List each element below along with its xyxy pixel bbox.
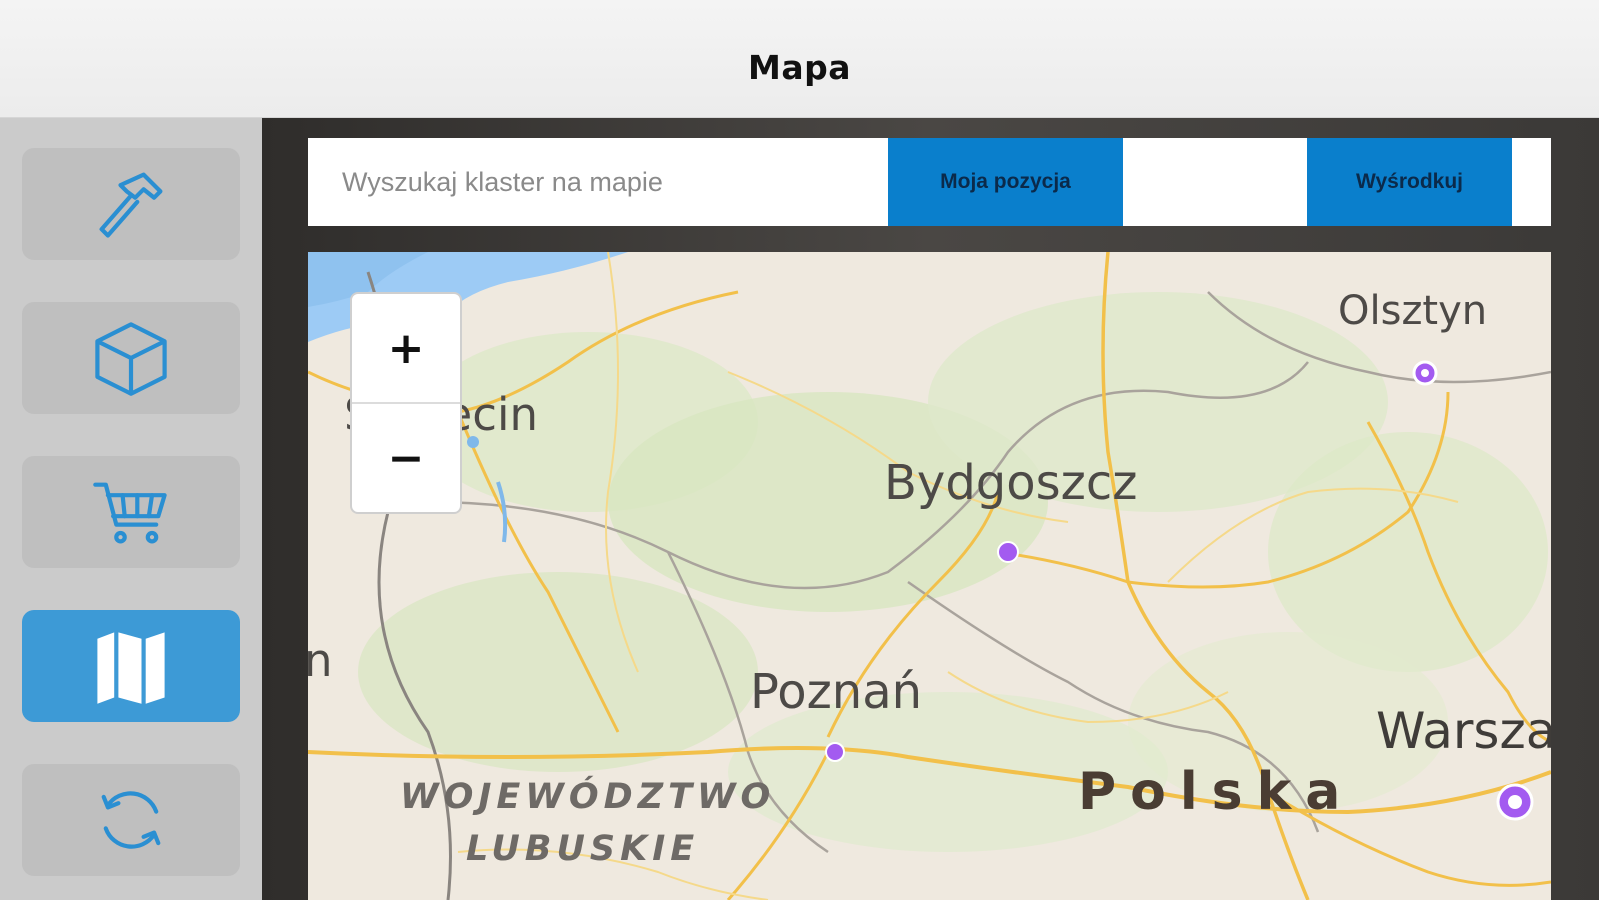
search-bar: Moja pozycja Wyśrodkuj [308,138,1551,226]
map-label-region-name: LUBUSKIE [466,829,700,869]
sidebar-item-cart[interactable] [22,456,240,568]
sidebar-item-tools[interactable] [22,148,240,260]
map-marker-poznan[interactable] [825,742,845,762]
sidebar-item-sync[interactable] [22,764,240,876]
cluster-search-input[interactable] [308,138,888,226]
page-title: Mapa [748,48,851,87]
map-label-olsztyn: Olsztyn [1338,288,1488,334]
my-position-button[interactable]: Moja pozycja [888,138,1123,226]
map-label-warszawa: Warszawa [1376,702,1551,760]
center-button[interactable]: Wyśrodkuj [1307,138,1512,226]
map-label-region: WOJEWÓDZTWO [400,777,776,817]
cube-icon [95,322,167,396]
sidebar-item-map[interactable] [22,610,240,722]
zoom-control: + − [350,292,462,514]
sidebar [0,118,262,900]
app-header: Mapa [0,0,1599,118]
map-label-poznan: Poznań [750,664,923,720]
map-label-country: Polska [1078,762,1355,822]
cart-icon [93,482,167,544]
zoom-out-button[interactable]: − [352,404,460,512]
map-icon [97,632,165,704]
zoom-in-button[interactable]: + [352,294,460,402]
sync-icon [101,791,161,849]
map-label-partial: n [308,634,333,687]
sidebar-item-products[interactable] [22,302,240,414]
map-marker-bydgoszcz[interactable] [997,541,1019,563]
map-view[interactable]: Szczecin Olsztyn Bydgoszcz Poznań Warsza… [308,252,1551,900]
hammer-icon [99,172,163,238]
map-label-bydgoszcz: Bydgoszcz [884,455,1138,511]
